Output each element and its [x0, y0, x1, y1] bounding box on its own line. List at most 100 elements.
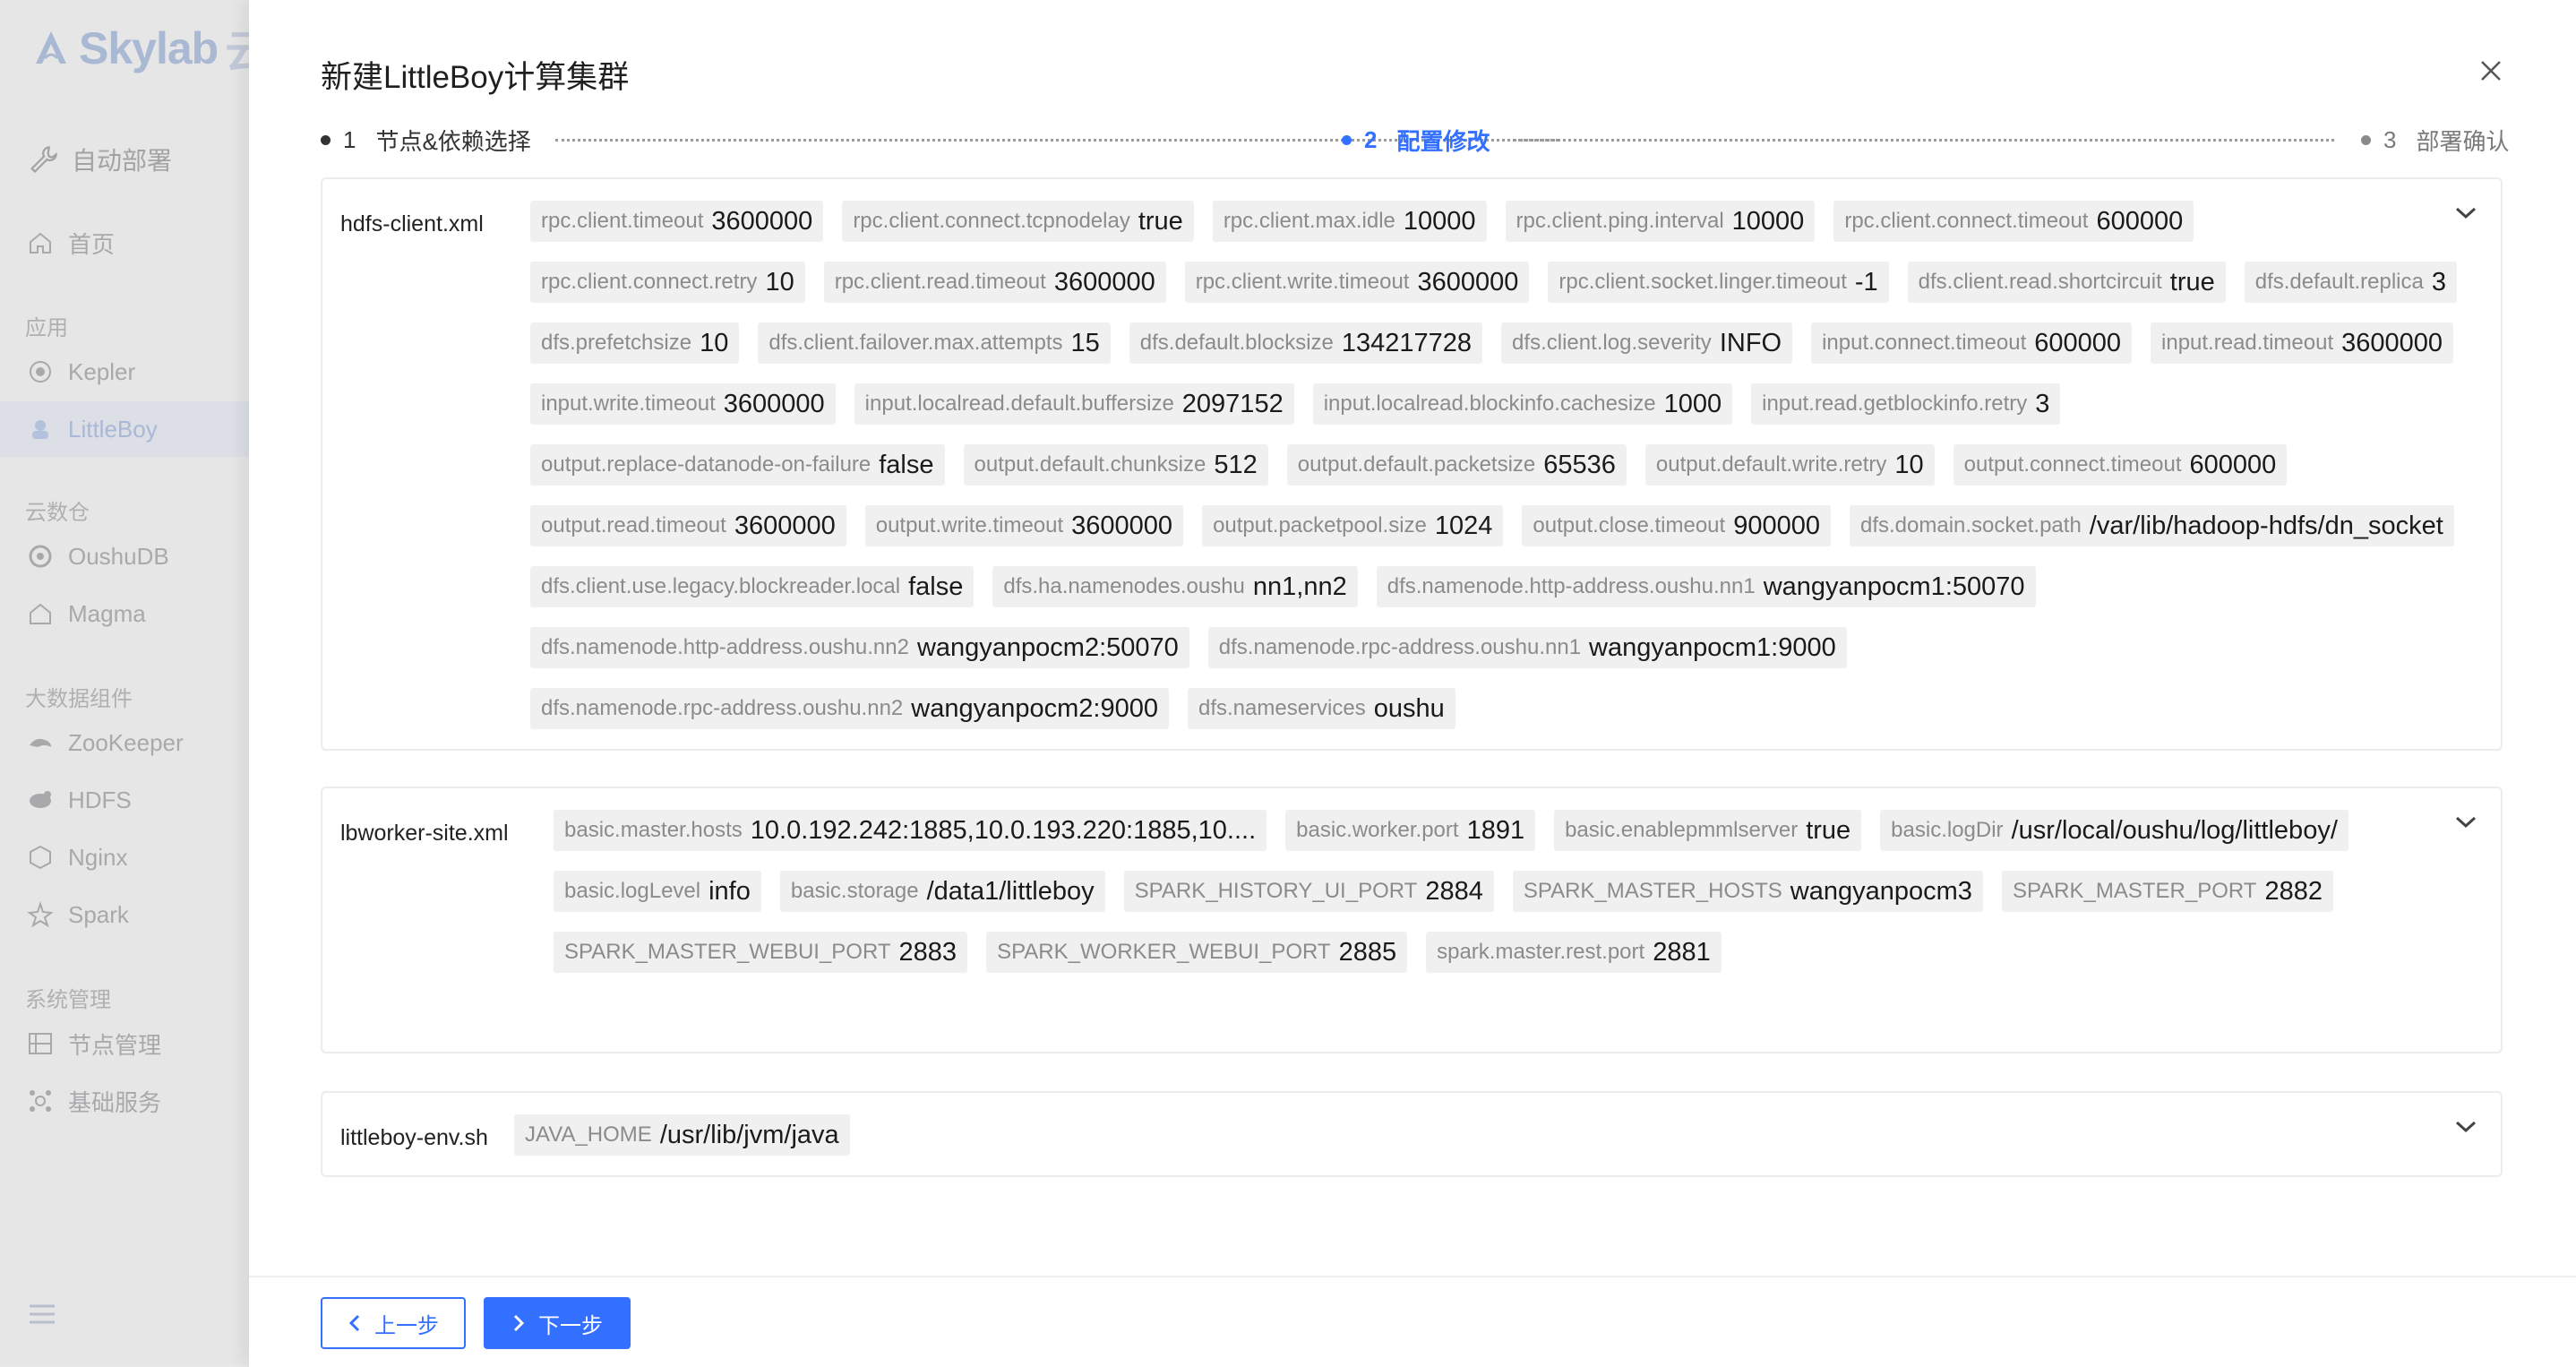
config-param-tag[interactable]: dfs.client.failover.max.attempts 15 — [758, 322, 1111, 364]
config-param-tag[interactable]: SPARK_MASTER_PORT 2882 — [2001, 871, 2333, 912]
config-param-tag[interactable]: input.read.getblockinfo.retry 3 — [1751, 383, 2061, 425]
config-param-value: -1 — [1854, 267, 1878, 297]
config-param-value: true — [1806, 815, 1851, 845]
config-param-tag[interactable]: SPARK_HISTORY_UI_PORT 2884 — [1123, 871, 1494, 912]
config-param-value: 2884 — [1425, 876, 1483, 906]
sidebar-item-spark[interactable]: Spark — [0, 887, 249, 942]
config-param-tag[interactable]: output.connect.timeout 600000 — [1953, 444, 2288, 486]
config-param-tag[interactable]: rpc.client.ping.interval 10000 — [1505, 201, 1816, 242]
config-param-tag[interactable]: dfs.namenode.http-address.oushu.nn2 wangy… — [530, 627, 1189, 668]
step-deploy-confirm: 3 部署确认 — [2361, 124, 2509, 157]
config-param-tag[interactable]: output.write.timeout 3600000 — [864, 505, 1184, 546]
config-param-tag[interactable]: input.localread.blockinfo.cachesize 1000 — [1312, 383, 1733, 425]
sidebar-item-oushudb[interactable]: OushuDB — [0, 529, 249, 584]
menu-toggle-icon[interactable] — [27, 1301, 57, 1328]
config-param-tag[interactable]: SPARK_MASTER_HOSTS wangyanpocm3 — [1512, 871, 1983, 912]
config-param-tag[interactable]: dfs.namenode.rpc-address.oushu.nn2 wangya… — [530, 688, 1169, 729]
config-file-name: littleboy-env.sh — [340, 1125, 488, 1150]
next-step-button[interactable]: 下一步 — [484, 1297, 631, 1349]
config-param-tag[interactable]: rpc.client.connect.tcpnodelay true — [842, 201, 1194, 242]
sidebar-item-hdfs[interactable]: HDFS — [0, 772, 249, 828]
sidebar-item-basic-services[interactable]: 基础服务 — [0, 1073, 249, 1129]
chevron-left-icon — [348, 1314, 360, 1332]
config-param-tag[interactable]: basic.storage/data1/littleboy — [779, 871, 1105, 912]
config-param-tag[interactable]: output.default.write.retry 10 — [1644, 444, 1935, 486]
config-param-tag[interactable]: SPARK_MASTER_WEBUI_PORT 2883 — [554, 932, 968, 973]
sidebar-item-label: Spark — [68, 900, 129, 928]
config-param-tag[interactable]: dfs.client.read.shortcircuit true — [1907, 262, 2226, 303]
config-param-key: rpc.client.max.idle — [1223, 209, 1395, 233]
config-param-tag[interactable]: input.read.timeout 3600000 — [2151, 322, 2454, 364]
config-param-tag[interactable]: rpc.client.write.timeout 3600000 — [1184, 262, 1530, 303]
config-param-tag[interactable]: rpc.client.max.idle 10000 — [1212, 201, 1487, 242]
sidebar-item-magma[interactable]: Magma — [0, 586, 249, 641]
step-label: 部署确认 — [2416, 128, 2510, 155]
step-config-edit: 2 配置修改 — [1342, 124, 1490, 157]
chevron-down-icon[interactable] — [2454, 815, 2477, 830]
config-param-tag[interactable]: output.packetpool.size 1024 — [1202, 505, 1504, 546]
config-param-tag[interactable]: dfs.namenode.http-address.oushu.nn1 wangy… — [1376, 566, 2036, 607]
config-param-tag[interactable]: dfs.nameservices oushu — [1187, 688, 1455, 729]
config-param-tag[interactable]: rpc.client.connect.timeout 600000 — [1833, 201, 2194, 242]
config-param-tag[interactable]: input.localread.default.buffersize 209715… — [854, 383, 1294, 425]
close-icon[interactable] — [2477, 57, 2504, 84]
config-param-tag[interactable]: dfs.default.blocksize 134217728 — [1129, 322, 1483, 364]
config-param-tag[interactable]: basic.worker.port 1891 — [1285, 810, 1536, 851]
sidebar-item-zookeeper[interactable]: ZooKeeper — [0, 715, 249, 770]
config-param-tag[interactable]: input.write.timeout 3600000 — [530, 383, 836, 425]
config-param-tag[interactable]: output.read.timeout 3600000 — [530, 505, 846, 546]
config-param-tag[interactable]: output.default.chunksize 512 — [963, 444, 1268, 486]
config-file-name: lbworker-site.xml — [340, 821, 509, 846]
config-param-tag[interactable]: output.replace-datanode-on-failure false — [530, 444, 945, 486]
sidebar-item-label: Kepler — [68, 357, 136, 385]
config-param-tag[interactable]: dfs.default.replica 3 — [2244, 262, 2457, 303]
sidebar-auto-deploy[interactable]: 自动部署 — [27, 142, 172, 177]
config-card-lbworker-site: lbworker-site.xml basic.master.hosts 10.0… — [321, 787, 2503, 1053]
config-param-tag[interactable]: dfs.namenode.rpc-address.oushu.nn1 wangya… — [1207, 627, 1847, 668]
chevron-down-icon[interactable] — [2454, 1120, 2477, 1134]
config-param-value: 3600000 — [723, 389, 825, 418]
config-param-tag[interactable]: rpc.client.connect.retry 10 — [530, 262, 805, 303]
config-param-value: 2883 — [898, 937, 957, 967]
config-param-value: 1000 — [1663, 389, 1722, 418]
config-param-key: output.close.timeout — [1533, 513, 1726, 537]
config-param-key: rpc.client.connect.tcpnodelay — [853, 209, 1130, 233]
config-param-value: 600000 — [2096, 206, 2184, 236]
config-param-value: wangyanpocm2:50070 — [916, 632, 1179, 662]
sidebar-item-littleboy[interactable]: LittleBoy — [0, 401, 249, 457]
sidebar-item-kepler[interactable]: Kepler — [0, 344, 249, 400]
config-param-tag[interactable]: basic.master.hosts 10.0.192.242:1885,10.0… — [554, 810, 1267, 851]
config-param-key: output.write.timeout — [875, 513, 1064, 537]
config-param-value: 3600000 — [2341, 328, 2443, 357]
config-param-tag[interactable]: dfs.domain.socket.path/var/lib/hadoop-hd… — [1849, 505, 2454, 546]
config-param-tag[interactable]: dfs.ha.namenodes.oushu nn1,nn2 — [992, 566, 1358, 607]
config-param-value: 2881 — [1653, 937, 1711, 967]
sidebar-item-home[interactable]: 首页 — [0, 215, 249, 271]
config-param-tag[interactable]: basic.enablepmmlserver true — [1554, 810, 1862, 851]
config-param-tag[interactable]: dfs.client.log.severity INFO — [1501, 322, 1793, 364]
sidebar-item-nginx[interactable]: Nginx — [0, 830, 249, 885]
config-param-tag[interactable]: output.close.timeout 900000 — [1522, 505, 1831, 546]
config-param-tag[interactable]: rpc.client.read.timeout 3600000 — [823, 262, 1166, 303]
config-param-tag[interactable]: SPARK_WORKER_WEBUI_PORT 2885 — [986, 932, 1408, 973]
sidebar-item-label: ZooKeeper — [68, 728, 184, 756]
step-number: 2 — [1364, 126, 1378, 153]
config-param-key: input.read.getblockinfo.retry — [1762, 391, 2028, 416]
step-number: 3 — [2383, 126, 2397, 153]
config-param-tag[interactable]: dfs.prefetchsize 10 — [530, 322, 740, 364]
config-param-tag[interactable]: basic.logLevel info — [554, 871, 761, 912]
prev-step-button[interactable]: 上一步 — [321, 1297, 466, 1349]
sidebar-item-node-management[interactable]: 节点管理 — [0, 1016, 249, 1071]
config-param-tag[interactable]: JAVA_HOME/usr/lib/jvm/java — [514, 1114, 850, 1156]
config-param-tag[interactable]: dfs.client.use.legacy.blockreader.local f… — [530, 566, 975, 607]
littleboy-icon — [27, 416, 54, 443]
sidebar-item-label: 首页 — [68, 230, 116, 258]
config-param-tag[interactable]: rpc.client.timeout 3600000 — [530, 201, 824, 242]
config-param-tag[interactable]: basic.logDir/usr/local/oushu/log/littleb… — [1880, 810, 2348, 851]
config-param-tag[interactable]: output.default.packetsize 65536 — [1286, 444, 1627, 486]
config-param-tag[interactable]: spark.master.rest.port 2881 — [1426, 932, 1722, 973]
config-tag-list: rpc.client.timeout 3600000 rpc.client.conn… — [530, 201, 2465, 729]
config-param-tag[interactable]: rpc.client.socket.linger.timeout -1 — [1548, 262, 1889, 303]
config-param-value: 1024 — [1434, 511, 1493, 540]
config-param-tag[interactable]: input.connect.timeout 600000 — [1811, 322, 2133, 364]
